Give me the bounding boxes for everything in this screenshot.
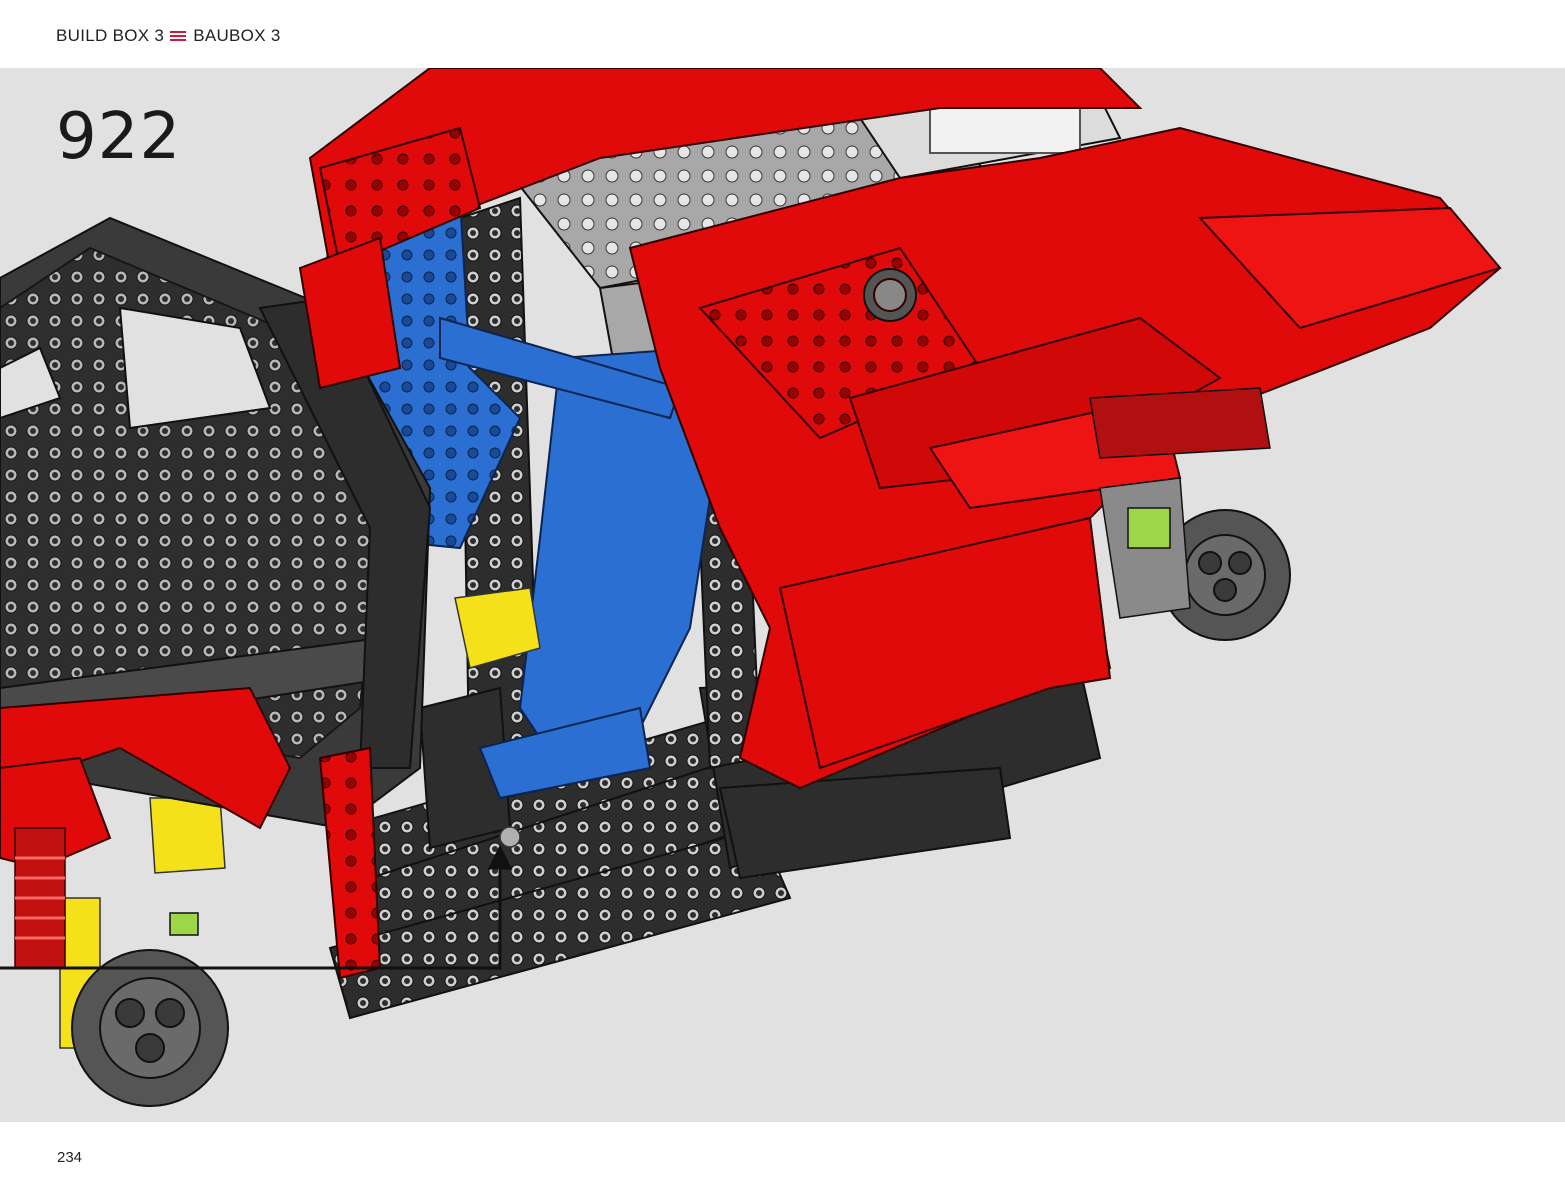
illustration-area: 922 — [0, 68, 1565, 1122]
page-number: 234 — [57, 1149, 83, 1166]
build-box-english: BUILD BOX 3 — [56, 26, 165, 45]
left-wheel-hub — [71, 949, 229, 1107]
page-header: BUILD BOX 3 BAUBOX 3 — [0, 0, 1565, 68]
page-footer: 234 — [0, 1122, 1565, 1191]
triple-bar-icon — [170, 30, 187, 42]
small-lime-part — [169, 912, 199, 936]
instruction-page: BUILD BOX 3 BAUBOX 3 922 234 — [0, 0, 1565, 1191]
build-box-german: BAUBOX 3 — [193, 26, 281, 45]
step-number: 922 — [56, 100, 182, 174]
left-shock — [14, 827, 66, 969]
lego-model-illustration — [0, 68, 1502, 1107]
build-box-label: BUILD BOX 3 BAUBOX 3 — [56, 26, 281, 46]
